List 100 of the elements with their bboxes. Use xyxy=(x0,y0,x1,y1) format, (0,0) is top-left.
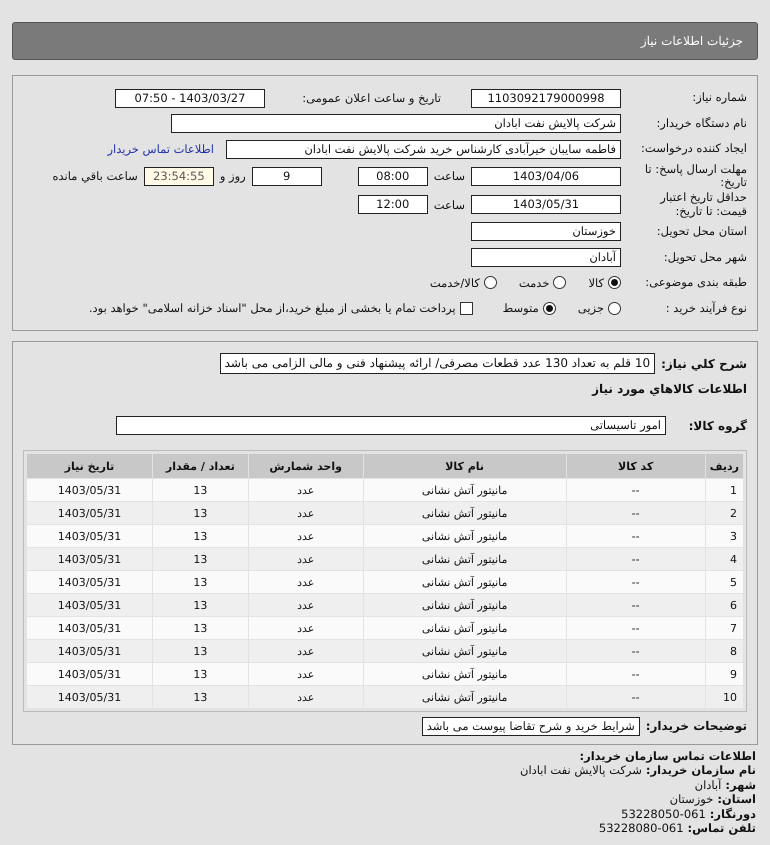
contact-label: نام سازمان خریدار: xyxy=(646,763,756,778)
table-cell: 3 xyxy=(706,525,743,548)
column-header: تاریخ نیاز xyxy=(27,454,152,478)
buyer-notes-field: شرایط خرید و شرح تقاضا پیوست می باشد xyxy=(422,716,640,736)
table-cell: 13 xyxy=(153,663,248,686)
contact-label: تلفن تماس: xyxy=(688,821,756,836)
contact-label: دورنگار: xyxy=(710,806,756,821)
table-cell: -- xyxy=(566,502,705,524)
table-cell: 1403/05/31 xyxy=(27,686,152,708)
table-cell: مانیتور آتش نشانی xyxy=(364,663,566,686)
table-cell: مانیتور آتش نشانی xyxy=(364,640,566,662)
table-cell: مانیتور آتش نشانی xyxy=(364,686,566,708)
option-label: کالا/خدمت xyxy=(430,276,480,290)
field-label: شهر محل تحویل: xyxy=(662,250,747,264)
radio-button[interactable] xyxy=(608,276,621,290)
table-cell: مانیتور آتش نشانی xyxy=(364,548,566,570)
table-cell: -- xyxy=(566,571,705,594)
table-cell: عدد xyxy=(248,594,363,616)
validity-date-field: 1403/05/31 xyxy=(471,195,621,214)
table-cell: 13 xyxy=(153,502,248,524)
column-header: ردیف xyxy=(706,454,743,478)
city-field: آبادان xyxy=(471,248,621,267)
table-cell: 13 xyxy=(153,640,248,662)
table-cell: 1403/05/31 xyxy=(27,502,152,524)
table-cell: -- xyxy=(566,686,705,708)
table-cell: 4 xyxy=(706,548,743,570)
contact-value: 061-53228080 xyxy=(598,821,684,836)
announce-date-field: 1403/03/27 - 07:50 xyxy=(115,88,265,108)
contact-value: آبادان xyxy=(694,778,722,792)
table-cell: 7 xyxy=(706,617,743,640)
field-label: شرح کلي نیاز: xyxy=(661,356,747,371)
column-header: تعداد / مقدار xyxy=(153,454,248,478)
radio-button[interactable] xyxy=(553,276,566,290)
table-cell: 1403/05/31 xyxy=(27,571,152,594)
summary-field: 10 قلم به تعداد 130 عدد قطعات مصرفی/ ارائه پیشنهاد فنی و مالی الزامی می باشد xyxy=(220,353,656,374)
table-cell: عدد xyxy=(248,663,363,686)
field-label: تاریخ و ساعت اعلان عمومی: xyxy=(301,91,442,106)
table-cell: عدد xyxy=(248,548,363,570)
table-cell: -- xyxy=(566,663,705,686)
field-label: توضیحات خریدار: xyxy=(646,719,747,734)
contact-label: شهر: xyxy=(725,778,756,792)
remaining-label: ساعت باقي مانده xyxy=(52,169,138,184)
table-cell: عدد xyxy=(248,502,363,524)
table-cell: 9 xyxy=(706,663,743,686)
option-label: کالا xyxy=(588,276,604,290)
column-header: نام کالا xyxy=(364,454,566,478)
table-cell: -- xyxy=(566,640,705,662)
table-cell: عدد xyxy=(248,525,363,548)
table-cell: 1 xyxy=(706,479,743,502)
table-cell: مانیتور آتش نشانی xyxy=(364,525,566,548)
table-cell: 1403/05/31 xyxy=(27,479,152,502)
table-cell: 13 xyxy=(153,548,248,570)
table-cell: 13 xyxy=(153,617,248,640)
table-cell: مانیتور آتش نشانی xyxy=(364,617,566,640)
option-label: خدمت xyxy=(518,276,550,290)
radio-button[interactable] xyxy=(608,302,621,315)
option-label: متوسط xyxy=(502,301,539,316)
table-cell: 13 xyxy=(153,525,248,548)
table-cell: مانیتور آتش نشانی xyxy=(364,502,566,524)
table-cell: -- xyxy=(566,479,705,502)
radio-button[interactable] xyxy=(542,302,556,315)
validity-time-field: 12:00 xyxy=(358,195,428,214)
table-cell: 6 xyxy=(706,594,743,616)
table-cell: -- xyxy=(566,525,705,548)
contact-value: خوزستان xyxy=(670,792,714,806)
table-cell: عدد xyxy=(248,686,363,708)
time-label: ساعت xyxy=(434,169,465,184)
radio-button[interactable] xyxy=(484,276,497,290)
field-label: گروه کالا: xyxy=(688,418,747,433)
deadline-time-field: 08:00 xyxy=(358,166,428,186)
province-field: خوزستان xyxy=(471,222,621,242)
table-cell: 13 xyxy=(153,594,248,616)
column-header: کد کالا xyxy=(566,454,705,478)
table-cell: 1403/05/31 xyxy=(27,594,152,616)
deadline-date-field: 1403/04/06 xyxy=(471,166,621,186)
table-cell: 1403/05/31 xyxy=(27,640,152,662)
table-cell: 1403/05/31 xyxy=(27,663,152,686)
checkbox[interactable] xyxy=(460,302,473,315)
table-cell: 1403/05/31 xyxy=(27,525,152,548)
page-title: جزئیات اطلاعات نیاز xyxy=(640,34,743,48)
contact-label: استان: xyxy=(717,792,756,806)
table-cell: 13 xyxy=(153,686,248,708)
time-label: ساعت xyxy=(434,198,465,212)
section-title: اطلاعات کالاهاي مورد نیاز xyxy=(592,382,747,396)
buyer-org-field: شرکت پالایش نفت ابادان xyxy=(171,114,621,134)
field-label: شماره نیاز: xyxy=(691,91,747,106)
table-cell: 13 xyxy=(153,571,248,594)
table-cell: 2 xyxy=(706,502,743,524)
table-cell: -- xyxy=(566,594,705,616)
table-cell: 5 xyxy=(706,571,743,594)
table-cell: عدد xyxy=(248,617,363,640)
table-cell: مانیتور آتش نشانی xyxy=(364,479,566,502)
goods-group-field: امور تاسیساتی xyxy=(116,416,666,436)
buyer-contact-link[interactable]: اطلاعات تماس خریدار xyxy=(107,142,214,156)
field-label: نوع فرآیند خرید : xyxy=(664,302,747,316)
contact-title: اطلاعات تماس سازمان خریدار: xyxy=(578,748,756,764)
table-cell: 13 xyxy=(153,479,248,502)
field-label: نام دستگاه خریدار: xyxy=(655,116,747,131)
field-label: ایجاد کننده درخواست: xyxy=(640,142,747,156)
table-cell: مانیتور آتش نشانی xyxy=(364,571,566,594)
